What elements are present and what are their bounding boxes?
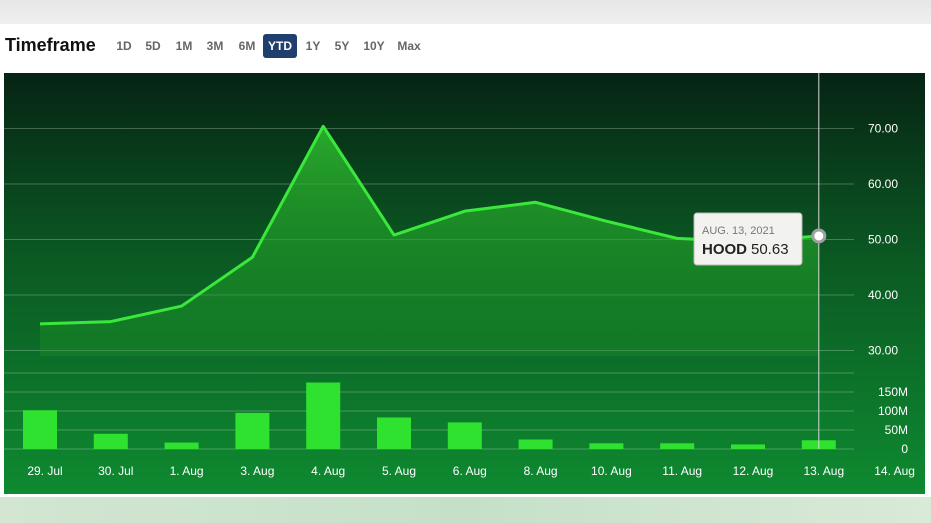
timeframe-option-5d[interactable]: 5D (139, 34, 167, 58)
volume-tick-label: 100M (878, 404, 908, 418)
x-tick-label: 5. Aug (382, 464, 416, 478)
x-tick-label: 12. Aug (733, 464, 774, 478)
tooltip-value: 50.63 (751, 241, 789, 258)
stock-chart[interactable]: 30.00 40.00 50.00 60.00 70.00 0 50M 100M 150M 2… (4, 73, 925, 494)
timeframe-option-6m[interactable]: 6M (232, 34, 262, 58)
x-tick-label: 11. Aug (662, 464, 702, 478)
timeframe-option-1y[interactable]: 1Y (299, 34, 327, 58)
volume-bar (731, 444, 765, 449)
price-tick-label: 70.00 (868, 121, 898, 135)
timeframe-option-1m[interactable]: 1M (169, 34, 199, 58)
x-tick-label: 29. Jul (27, 464, 62, 478)
timeframe-option-3m[interactable]: 3M (200, 34, 230, 58)
volume-bar (447, 422, 482, 449)
x-tick-label: 13. Aug (803, 464, 844, 478)
volume-bar (589, 443, 624, 449)
volume-bar (518, 439, 553, 449)
x-tick-label: 1. Aug (170, 464, 204, 478)
volume-bar (23, 410, 57, 449)
x-tick-label: 8. Aug (524, 464, 558, 478)
volume-bar (306, 382, 341, 449)
x-tick-label: 10. Aug (591, 464, 632, 478)
volume-tick-label: 0 (901, 442, 908, 456)
timeframe-title: Timeframe (5, 35, 96, 55)
bottom-background-band (0, 497, 931, 523)
volume-bar (235, 412, 270, 449)
price-tick-label: 50.00 (868, 232, 898, 246)
top-background-band (0, 0, 931, 24)
x-tick-label: 6. Aug (453, 464, 487, 478)
tooltip-symbol: HOOD (702, 241, 747, 258)
volume-bar (93, 433, 128, 449)
timeframe-option-max[interactable]: Max (392, 34, 426, 58)
price-tick-label: 30.00 (868, 343, 898, 357)
timeframe-option-5y[interactable]: 5Y (328, 34, 356, 58)
price-tick-label: 40.00 (868, 288, 898, 302)
volume-bar (660, 443, 695, 449)
volume-bar (377, 417, 411, 449)
timeframe-toolbar: Timeframe 1D 5D 1M 3M 6M YTD 1Y 5Y 10Y M… (0, 24, 931, 72)
timeframe-option-10y[interactable]: 10Y (358, 34, 390, 58)
x-tick-label: 30. Jul (98, 464, 133, 478)
volume-bar (164, 442, 199, 449)
x-tick-label: 4. Aug (311, 464, 345, 478)
volume-tick-label: 150M (878, 385, 908, 399)
price-tick-label: 60.00 (868, 177, 898, 191)
tooltip-date: AUG. 13, 2021 (702, 225, 775, 237)
volume-tick-label: 50M (885, 423, 908, 437)
price-tooltip: AUG. 13, 2021 HOOD 50.63 (693, 212, 803, 266)
timeframe-option-1d[interactable]: 1D (110, 34, 138, 58)
x-tick-label: 14. Aug (874, 464, 915, 478)
tooltip-price: HOOD 50.63 (702, 241, 789, 258)
timeframe-option-ytd[interactable]: YTD (263, 34, 297, 58)
crosshair-marker (811, 228, 827, 244)
x-tick-label: 3. Aug (240, 464, 274, 478)
